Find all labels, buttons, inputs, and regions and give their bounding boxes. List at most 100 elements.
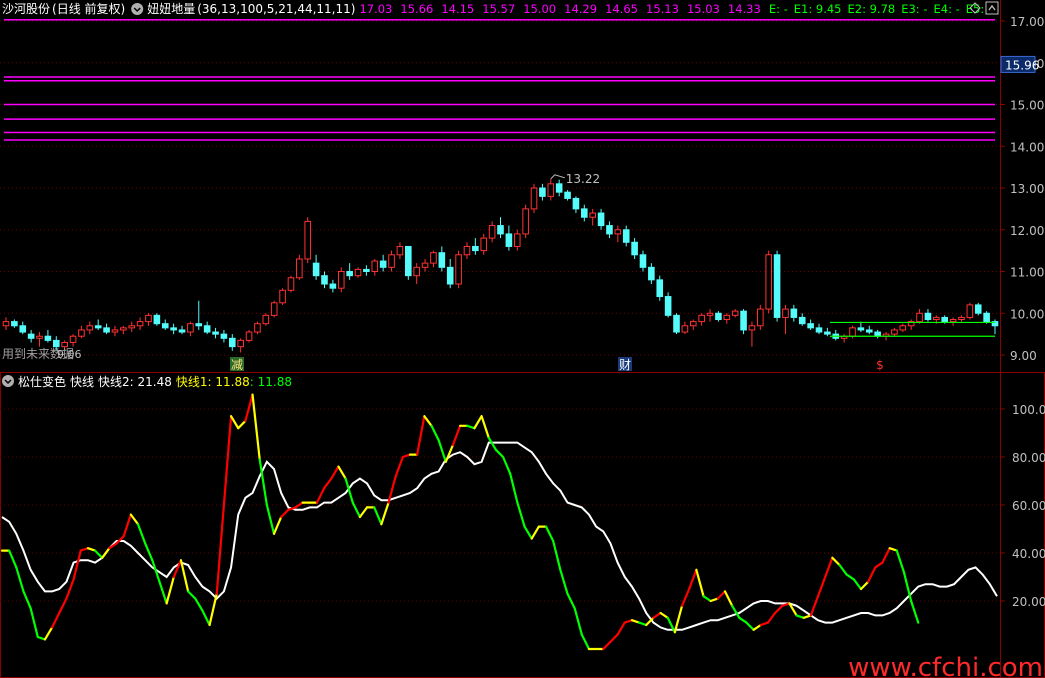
candle-body — [731, 310, 739, 316]
candle-body — [480, 237, 488, 252]
candle-body — [128, 325, 136, 329]
candle-body — [463, 245, 471, 256]
indicator-value: 14.33 — [728, 2, 761, 16]
fast1-segment — [280, 508, 290, 519]
fast1-label: 快线1: 11.88 — [176, 375, 250, 389]
candle-body — [673, 314, 680, 333]
sub-indicator-name: 松仕变色 — [18, 374, 66, 389]
candle-body — [606, 225, 613, 235]
candle-body — [656, 279, 664, 298]
candle-body — [2, 321, 10, 327]
fast1-segment — [36, 635, 47, 641]
fast1-segment — [874, 561, 884, 569]
candle-body — [622, 229, 630, 243]
fast1-segment — [602, 640, 612, 651]
candle-body — [748, 325, 756, 331]
fast1-segment — [444, 443, 455, 463]
fast1-segment — [716, 590, 727, 600]
indicator-value: 15.57 — [482, 2, 515, 16]
sub-y-tick-label: 100.00 — [1012, 403, 1045, 417]
candle-body — [212, 331, 219, 335]
fast1-segment — [15, 566, 25, 593]
sub-y-tick-label: 40.00 — [1012, 547, 1045, 561]
fast1-segment — [702, 595, 712, 603]
candle-body — [279, 289, 286, 304]
fast1-segment — [881, 547, 891, 564]
candle-body — [287, 277, 295, 291]
candle-body — [312, 262, 320, 277]
candle-body — [798, 316, 806, 325]
candle-body — [187, 323, 194, 333]
fast1-segment — [272, 515, 283, 535]
e-label: E1: 9.45 — [794, 2, 842, 16]
e-label: E4: - — [933, 2, 959, 16]
candle-body — [413, 266, 420, 277]
candle-body — [262, 314, 270, 325]
candle-body — [228, 337, 236, 348]
fast1-segment — [172, 559, 183, 579]
fast1-segment — [910, 599, 920, 624]
candle-body — [69, 335, 77, 343]
main-y-tick-label: 17.00 — [1010, 15, 1044, 29]
fast1-segment — [394, 455, 404, 478]
fast1-segment — [809, 595, 820, 617]
fast1-segment — [93, 549, 104, 559]
candle-body — [815, 327, 823, 333]
fast1-segment — [144, 542, 154, 562]
candle-body — [723, 314, 731, 321]
main-y-tick-label: 12.00 — [1010, 224, 1044, 238]
candle-body — [807, 323, 814, 329]
fast1-segment — [22, 590, 32, 610]
fast1-segment — [795, 614, 805, 619]
candle-body — [614, 229, 622, 235]
fast1-segment — [501, 455, 512, 475]
fast1-value2: : 11.88 — [250, 375, 292, 389]
fast1-segment — [65, 578, 75, 600]
fast1-segment — [194, 597, 204, 612]
candle-body — [379, 260, 387, 268]
up-icon — [985, 1, 999, 15]
fast1-segment — [609, 633, 619, 643]
event-marker: 财 — [619, 358, 631, 372]
candle-body — [555, 183, 563, 193]
up-icon-mark — [988, 4, 996, 11]
fast1-segment — [559, 568, 569, 595]
fast1-segment — [258, 458, 268, 507]
candle-body — [958, 316, 965, 321]
candle-body — [530, 187, 538, 210]
fast1-segment — [51, 611, 61, 629]
candle-body — [245, 331, 253, 341]
fast1-segment — [816, 575, 827, 598]
fast1-segment — [430, 424, 440, 442]
candle-body — [572, 197, 580, 210]
fast1-segment — [838, 563, 848, 576]
fast1-segment — [659, 611, 669, 619]
fast1-segment — [337, 465, 347, 480]
candle-body — [153, 314, 161, 325]
candle-body — [983, 312, 990, 323]
candle-body — [849, 327, 856, 337]
fast1-segment — [244, 393, 254, 423]
candle-body — [874, 331, 881, 337]
fast1-segment — [466, 424, 476, 430]
fast1-segment — [773, 604, 784, 615]
sub-y-tick-label: 80.00 — [1012, 451, 1045, 465]
fast1-segment — [752, 623, 762, 631]
candle-body — [11, 321, 18, 327]
indicator-value: 15.66 — [400, 2, 433, 16]
fast1-segment — [738, 616, 748, 624]
fast2-label: 快线2: 21.48 — [98, 375, 172, 389]
candle-body — [857, 327, 865, 331]
fast1-segment — [673, 604, 684, 634]
fast1-segment — [509, 472, 519, 504]
candle-body — [44, 335, 52, 341]
candle-body — [86, 325, 94, 331]
candle-body — [941, 316, 949, 323]
fast1-segment — [451, 424, 462, 447]
fast1-segment — [423, 415, 433, 427]
fast1-segment — [187, 590, 197, 600]
candle-body — [581, 208, 588, 218]
event-marker: $ — [876, 358, 884, 372]
candle-body — [715, 312, 722, 321]
candle-body — [145, 314, 152, 323]
